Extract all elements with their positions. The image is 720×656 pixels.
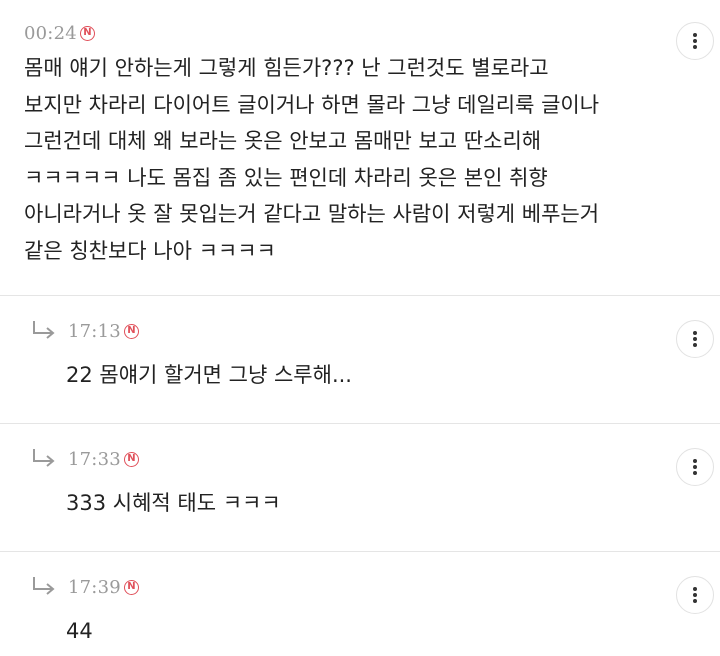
vertical-dots-icon <box>693 587 697 603</box>
vertical-dots-icon <box>693 33 697 49</box>
reply-arrow-icon <box>33 449 55 467</box>
reply-arrow-icon <box>33 321 55 339</box>
vertical-dots-icon <box>693 331 697 347</box>
reply-body: 22 몸얘기 할거면 그냥 스루해... <box>66 363 352 387</box>
more-options-button[interactable] <box>676 320 714 358</box>
reply-comment: 17:33 N 333 시혜적 태도 ㅋㅋㅋ <box>0 424 720 552</box>
comment: 00:24 N 몸매 얘기 안하는게 그렇게 힘든가??? 난 그런것도 별로라… <box>0 0 720 296</box>
reply-comment: 17:39 N 44 <box>0 552 720 656</box>
comment-body: 몸매 얘기 안하는게 그렇게 힘든가??? 난 그런것도 별로라고 보지만 차라… <box>24 50 650 269</box>
comment-text-line: 그런건데 대체 왜 보라는 옷은 안보고 몸매만 보고 딴소리해 <box>24 129 542 153</box>
reply-meta: 17:13 N <box>28 318 650 344</box>
more-options-button[interactable] <box>676 22 714 60</box>
new-badge-icon: N <box>79 25 95 41</box>
reply-meta: 17:33 N <box>28 446 650 472</box>
vertical-dots-icon <box>693 459 697 475</box>
comment-thread: 00:24 N 몸매 얘기 안하는게 그렇게 힘든가??? 난 그런것도 별로라… <box>0 0 720 656</box>
reply-body: 333 시혜적 태도 ㅋㅋㅋ <box>66 491 281 515</box>
reply-comment: 17:13 N 22 몸얘기 할거면 그냥 스루해... <box>0 296 720 424</box>
reply-body: 44 <box>66 619 93 643</box>
comment-text-line: 몸매 얘기 안하는게 그렇게 힘든가??? 난 그런것도 별로라고 <box>24 56 549 80</box>
reply-time: 17:13 <box>68 320 121 342</box>
new-badge-icon: N <box>123 579 139 595</box>
comment-text-line: 같은 칭찬보다 나아 ㅋㅋㅋㅋ <box>24 238 276 263</box>
comment-text-line: 아니라거나 옷 잘 못입는거 같다고 말하는 사람이 저렇게 베푸는거 <box>24 202 600 226</box>
new-badge-icon: N <box>123 323 139 339</box>
reply-time: 17:39 <box>68 576 121 598</box>
more-options-button[interactable] <box>676 576 714 614</box>
reply-time: 17:33 <box>68 448 121 470</box>
new-badge-icon: N <box>123 451 139 467</box>
comment-meta: 00:24 N <box>24 20 650 46</box>
comment-text-line: 보지만 차라리 다이어트 글이거나 하면 몰라 그냥 데일리룩 글이나 <box>24 92 600 117</box>
more-options-button[interactable] <box>676 448 714 486</box>
reply-arrow-icon <box>33 577 55 595</box>
comment-time: 00:24 <box>24 22 77 44</box>
reply-meta: 17:39 N <box>28 574 650 600</box>
comment-text-line: ㅋㅋㅋㅋㅋ 나도 몸집 좀 있는 편인데 차라리 옷은 본인 취향 <box>24 165 548 190</box>
